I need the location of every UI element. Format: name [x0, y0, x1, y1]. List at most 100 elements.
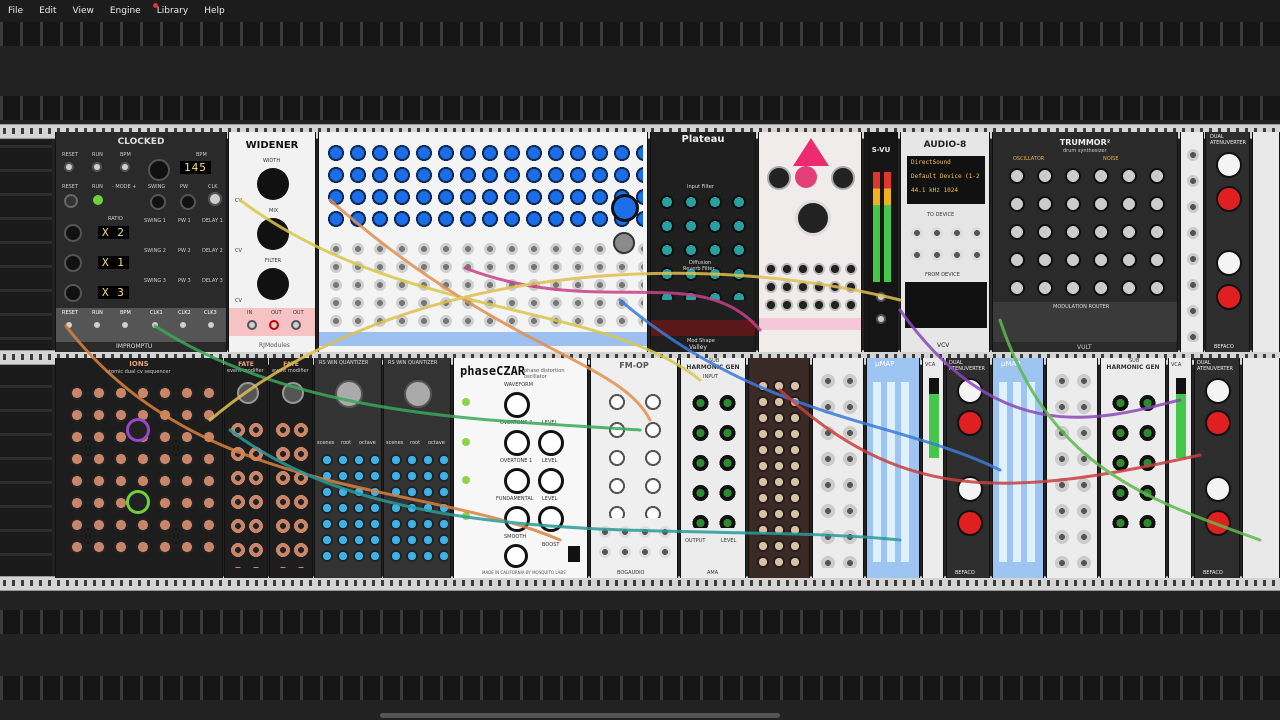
clk-ratio-knob-2[interactable] [64, 254, 82, 272]
phaseczar-ot2-knob[interactable] [504, 430, 530, 456]
module-harmonic-gen-1[interactable]: SUB HARMONIC GEN INPUT OUTPUT LEVEL AMA [680, 358, 746, 578]
atenuverter-b2-knob-1[interactable] [1205, 378, 1231, 404]
atenuverter-b1-knob-2[interactable] [957, 410, 983, 436]
widener-filter-knob[interactable] [257, 268, 289, 300]
menu-library[interactable]: Library [149, 3, 196, 16]
phaseczar-fund-knob[interactable] [504, 506, 530, 532]
atenuverter-b1-knob-1[interactable] [957, 378, 983, 404]
clk-ratio-knob-3[interactable] [64, 284, 82, 302]
module-harmonic-gen-2[interactable]: SUB HARMONIC GEN [1100, 358, 1166, 578]
module-vca-2[interactable]: VCA [1168, 358, 1192, 578]
module-rate-scale-2[interactable] [1046, 358, 1098, 578]
phaseczar-waveform-knob[interactable] [504, 392, 530, 418]
module-trummor[interactable]: TRUMMOR² drum synthesizer OSCILLATOR NOI… [992, 132, 1178, 352]
module-widener[interactable]: WIDENER WIDTH MIX FILTER CV CV CV IN OUT… [228, 132, 316, 352]
module-quantizer-1[interactable]: RS WIN QUANTIZER scenes root octave [314, 358, 382, 578]
atenuverter-b2-knob-3[interactable] [1205, 476, 1231, 502]
pink-synth-big-knob[interactable] [795, 200, 831, 236]
module-audio-8[interactable]: AUDIO-8 DirectSound Default Device (1-2 … [900, 132, 990, 352]
quantizer2-knob[interactable] [404, 380, 432, 408]
clk-pw-knob[interactable] [180, 194, 196, 210]
module-fate-1[interactable]: FATE event modifier [224, 358, 268, 578]
phaseczar-smooth-knob[interactable] [504, 544, 528, 568]
phaseczar-link-led-3[interactable] [462, 476, 470, 484]
module-plateau[interactable]: Plateau Input Filter Diffusion Reverb Fi… [650, 132, 756, 352]
phaseczar-out-button[interactable] [568, 546, 580, 562]
menu-view[interactable]: View [65, 6, 102, 16]
module-dark-sequencer[interactable] [748, 358, 810, 578]
clk-run-led[interactable] [93, 195, 103, 205]
module-quantizer-2[interactable]: RS WIN QUANTIZER scenes root octave [383, 358, 451, 578]
atenuverter-top-knob-1[interactable] [1216, 152, 1242, 178]
clk-run-jack[interactable] [92, 162, 102, 172]
module-knob-sequencer[interactable] [318, 132, 648, 352]
widener-out-jack-2[interactable] [291, 320, 301, 330]
audio8-rate[interactable]: 44.1 kHz 1024 [911, 184, 985, 198]
module-dual-atenuverter-top[interactable]: DUAL ATENUVERTER BEFACO [1205, 132, 1250, 352]
clk-out-jack-3[interactable] [120, 320, 130, 330]
menu-help[interactable]: Help [196, 6, 233, 16]
menu-edit[interactable]: Edit [31, 6, 64, 16]
module-fm-op[interactable]: FM-OP BOGAUDIO [590, 358, 678, 578]
module-fate-2[interactable]: FATE event modifier [269, 358, 313, 578]
widener-out-jack-1[interactable] [269, 320, 279, 330]
atenuverter-top-knob-2[interactable] [1216, 186, 1242, 212]
audio8-driver[interactable]: DirectSound [911, 156, 985, 170]
module-s-vu[interactable]: S-VU [864, 132, 898, 352]
atenuverter-b1-knob-3[interactable] [957, 476, 983, 502]
module-umap-2[interactable]: μMAP [992, 358, 1044, 578]
quantizer1-knob[interactable] [335, 380, 363, 408]
fate2-knob[interactable] [282, 382, 304, 404]
pink-synth-knob-right[interactable] [831, 166, 855, 190]
clk-reset-jack[interactable] [64, 162, 74, 172]
clk-clk-out-jack[interactable] [208, 192, 222, 206]
module-ions[interactable]: IONS atomic dual cv sequencer [55, 358, 223, 578]
fate1-knob[interactable] [237, 382, 259, 404]
menu-engine[interactable]: Engine [102, 6, 149, 16]
widener-mix-knob[interactable] [257, 218, 289, 250]
module-dual-atenuverter-bottom-1[interactable]: DUAL ATENUVERTER BEFACO [946, 358, 990, 578]
clk-out-jack-5[interactable] [178, 320, 188, 330]
atenuverter-top-knob-3[interactable] [1216, 250, 1242, 276]
clk-out-jack-2[interactable] [92, 320, 102, 330]
module-pink-synth[interactable] [758, 132, 862, 352]
clk-out-jack-6[interactable] [206, 320, 216, 330]
menu-file[interactable]: File [0, 6, 31, 16]
ions-center-knob-1[interactable] [126, 418, 150, 442]
clk-bpm-knob[interactable] [148, 159, 170, 181]
atenuverter-b2-knob-2[interactable] [1205, 410, 1231, 436]
clk-bpm-jack[interactable] [120, 162, 130, 172]
module-vca-1[interactable]: VCA [922, 358, 944, 578]
phaseczar-link-led-2[interactable] [462, 438, 470, 446]
svu-in-jack-2[interactable] [876, 314, 886, 324]
audio8-device[interactable]: Default Device (1-2 [911, 170, 985, 184]
atenuverter-b2-knob-4[interactable] [1205, 510, 1231, 536]
clk-reset-button[interactable] [64, 194, 78, 208]
phaseczar-ot1-level-knob[interactable] [538, 468, 564, 494]
module-phaseczar[interactable]: phaseCZAR phase distortion oscillator WA… [453, 358, 588, 578]
module-slim-top-right[interactable] [1252, 132, 1280, 352]
widener-width-knob[interactable] [257, 168, 289, 200]
svu-in-jack-1[interactable] [876, 292, 886, 302]
phaseczar-ot2-level-knob[interactable] [538, 430, 564, 456]
module-umap-1[interactable]: μMAP [866, 358, 920, 578]
clk-out-jack-4[interactable] [150, 320, 160, 330]
clk-ratio-knob-1[interactable] [64, 224, 82, 242]
phaseczar-fund-level-knob[interactable] [538, 506, 564, 532]
module-clocked[interactable]: CLOCKED RESET RUN BPM BPM 145 RESET RUN … [55, 132, 227, 352]
module-dual-atenuverter-bottom-2[interactable]: DUAL ATENUVERTER BEFACO [1194, 358, 1240, 578]
phaseczar-ot1-knob[interactable] [504, 468, 530, 494]
pink-synth-knob-center[interactable] [795, 166, 817, 188]
horizontal-scrollbar[interactable] [380, 713, 780, 718]
phaseczar-link-led-1[interactable] [462, 398, 470, 406]
clk-out-jack-1[interactable] [64, 320, 74, 330]
clk-swing-knob[interactable] [150, 194, 166, 210]
module-offset-scale-top[interactable] [1180, 132, 1204, 352]
atenuverter-b1-knob-4[interactable] [957, 510, 983, 536]
widener-in-jack[interactable] [247, 320, 257, 330]
pink-synth-knob-left[interactable] [767, 166, 791, 190]
ions-center-knob-2[interactable] [126, 490, 150, 514]
sequencer-gray-knob[interactable] [613, 232, 635, 254]
module-slim-bottom-right[interactable] [1242, 358, 1280, 578]
sequencer-big-blue-knob[interactable] [611, 194, 639, 222]
